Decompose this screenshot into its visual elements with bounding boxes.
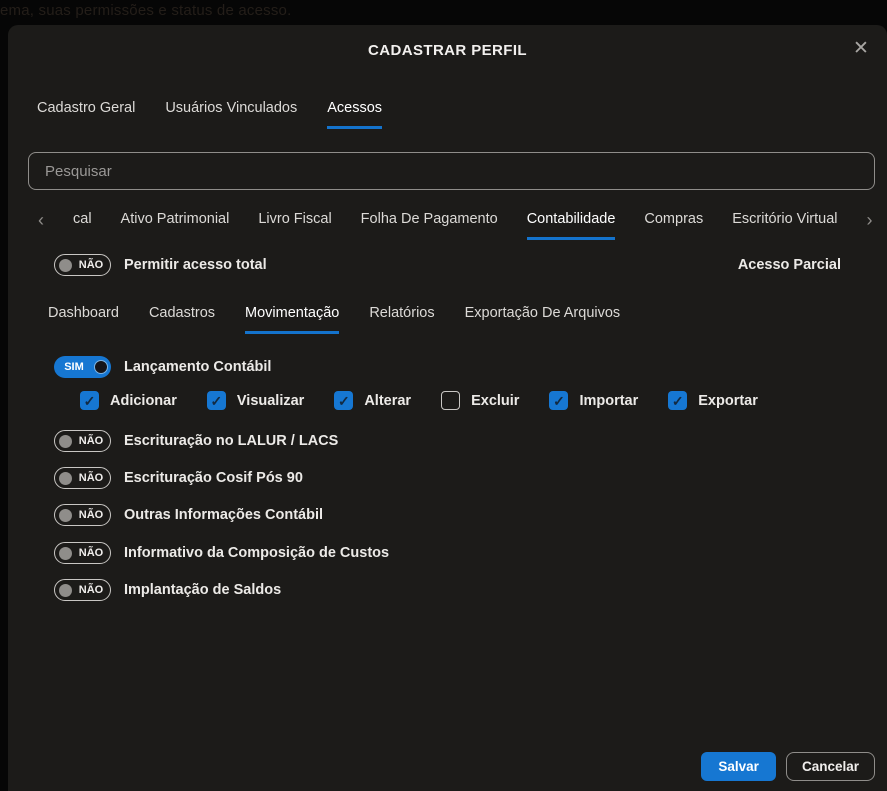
cadastrar-perfil-modal: CADASTRAR PERFIL ✕ Cadastro Geral Usuári… xyxy=(8,25,887,791)
toggle-knob xyxy=(59,547,72,560)
access-total-row: NÃO Permitir acesso total xyxy=(54,254,267,276)
save-button[interactable]: Salvar xyxy=(701,752,776,781)
permission-row: NÃO Outras Informações Contábil xyxy=(54,504,323,526)
permission-label: Informativo da Composição de Custos xyxy=(124,545,389,561)
toggle-knob xyxy=(59,509,72,522)
check-icon: ✓ xyxy=(672,394,684,408)
module-tab-fiscal[interactable]: cal xyxy=(73,211,92,240)
cancel-button[interactable]: Cancelar xyxy=(786,752,875,781)
toggle-knob xyxy=(59,259,72,272)
checkbox-checked-icon: ✓ xyxy=(668,391,687,410)
toggle-knob xyxy=(59,472,72,485)
permission-row: NÃO Informativo da Composição de Custos xyxy=(54,542,389,564)
check-icon: ✓ xyxy=(211,394,223,408)
module-tab-livro-fiscal[interactable]: Livro Fiscal xyxy=(258,211,331,240)
close-icon[interactable]: ✕ xyxy=(849,37,873,61)
checkbox-unchecked-icon xyxy=(441,391,460,410)
section-tab-movimentacao[interactable]: Movimentação xyxy=(245,305,339,334)
checkbox-checked-icon: ✓ xyxy=(80,391,99,410)
modal-title: CADASTRAR PERFIL xyxy=(8,42,887,59)
permission-row: NÃO Implantação de Saldos xyxy=(54,579,281,601)
tab-acessos[interactable]: Acessos xyxy=(327,100,382,129)
toggle-knob xyxy=(59,584,72,597)
permission-row: NÃO Escrituração no LALUR / LACS xyxy=(54,430,338,452)
permission-label: Outras Informações Contábil xyxy=(124,507,323,523)
checkbox-label: Excluir xyxy=(471,393,519,409)
toggle-state-label: SIM xyxy=(54,361,94,373)
checkbox-alterar[interactable]: ✓ Alterar xyxy=(334,391,411,410)
section-tabstrip: Dashboard Cadastros Movimentação Relatór… xyxy=(48,305,620,334)
section-tab-exportacao-de-arquivos[interactable]: Exportação De Arquivos xyxy=(465,305,621,334)
toggle-state-label: NÃO xyxy=(72,547,110,559)
toggle-knob xyxy=(59,435,72,448)
section-tab-relatorios[interactable]: Relatórios xyxy=(369,305,434,334)
check-icon: ✓ xyxy=(84,394,96,408)
checkbox-label: Visualizar xyxy=(237,393,304,409)
chevron-left-icon[interactable]: ‹ xyxy=(38,211,44,240)
toggle-state-label: NÃO xyxy=(72,472,110,484)
toggle-state-label: NÃO xyxy=(72,584,110,596)
informativo-composicao-custos-toggle[interactable]: NÃO xyxy=(54,542,111,564)
permission-row: NÃO Escrituração Cosif Pós 90 xyxy=(54,467,303,489)
module-tab-folha-de-pagamento[interactable]: Folha De Pagamento xyxy=(361,211,498,240)
permission-label: Escrituração no LALUR / LACS xyxy=(124,433,338,449)
module-tabstrip: ‹ cal Ativo Patrimonial Livro Fiscal Fol… xyxy=(38,211,873,240)
main-tabstrip: Cadastro Geral Usuários Vinculados Acess… xyxy=(37,100,382,129)
tab-usuarios-vinculados[interactable]: Usuários Vinculados xyxy=(165,100,297,129)
background-page-text: ema, suas permissões e status de acesso. xyxy=(0,2,291,19)
permission-row: SIM Lançamento Contábil xyxy=(54,356,271,378)
checkbox-checked-icon: ✓ xyxy=(549,391,568,410)
acesso-parcial-label: Acesso Parcial xyxy=(738,257,841,273)
checkbox-adicionar[interactable]: ✓ Adicionar xyxy=(80,391,177,410)
checkbox-checked-icon: ✓ xyxy=(334,391,353,410)
access-total-label: Permitir acesso total xyxy=(124,257,267,273)
check-icon: ✓ xyxy=(553,394,565,408)
chevron-right-icon[interactable]: › xyxy=(867,211,873,240)
permission-label: Implantação de Saldos xyxy=(124,582,281,598)
permission-label: Lançamento Contábil xyxy=(124,359,271,375)
toggle-knob xyxy=(94,360,108,374)
outras-informacoes-contabil-toggle[interactable]: NÃO xyxy=(54,504,111,526)
checkbox-exportar[interactable]: ✓ Exportar xyxy=(668,391,758,410)
section-tab-dashboard[interactable]: Dashboard xyxy=(48,305,119,334)
module-tab-ativo-patrimonial[interactable]: Ativo Patrimonial xyxy=(121,211,230,240)
action-checkbox-row: ✓ Adicionar ✓ Visualizar ✓ Alterar Exclu… xyxy=(80,391,758,410)
tab-cadastro-geral[interactable]: Cadastro Geral xyxy=(37,100,135,129)
toggle-state-label: NÃO xyxy=(72,259,110,271)
section-tab-cadastros[interactable]: Cadastros xyxy=(149,305,215,334)
search-input[interactable] xyxy=(28,152,875,190)
module-tab-compras[interactable]: Compras xyxy=(644,211,703,240)
checkbox-label: Adicionar xyxy=(110,393,177,409)
checkbox-importar[interactable]: ✓ Importar xyxy=(549,391,638,410)
checkbox-visualizar[interactable]: ✓ Visualizar xyxy=(207,391,304,410)
permission-label: Escrituração Cosif Pós 90 xyxy=(124,470,303,486)
checkbox-label: Exportar xyxy=(698,393,758,409)
module-tab-escritorio-virtual[interactable]: Escritório Virtual xyxy=(732,211,837,240)
check-icon: ✓ xyxy=(338,394,350,408)
lancamento-contabil-toggle[interactable]: SIM xyxy=(54,356,111,378)
escrituracao-cosif-pos-90-toggle[interactable]: NÃO xyxy=(54,467,111,489)
toggle-state-label: NÃO xyxy=(72,435,110,447)
checkbox-label: Alterar xyxy=(364,393,411,409)
access-total-toggle[interactable]: NÃO xyxy=(54,254,111,276)
toggle-state-label: NÃO xyxy=(72,509,110,521)
checkbox-excluir[interactable]: Excluir xyxy=(441,391,519,410)
implantacao-de-saldos-toggle[interactable]: NÃO xyxy=(54,579,111,601)
checkbox-label: Importar xyxy=(579,393,638,409)
module-tab-contabilidade[interactable]: Contabilidade xyxy=(527,211,616,240)
footer-actions: Salvar Cancelar xyxy=(701,752,875,781)
checkbox-checked-icon: ✓ xyxy=(207,391,226,410)
escrituracao-lalur-lacs-toggle[interactable]: NÃO xyxy=(54,430,111,452)
